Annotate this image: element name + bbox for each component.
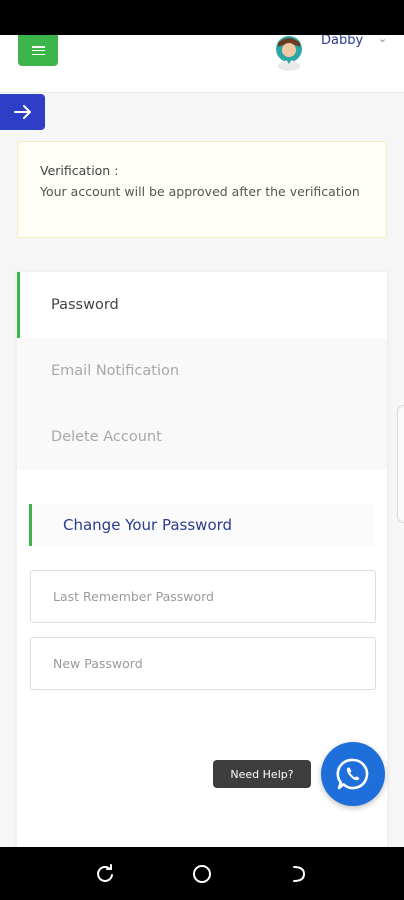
user-avatar-icon <box>276 36 302 71</box>
settings-tab-email-notification[interactable]: Email Notification <box>17 338 387 404</box>
status-bar <box>0 0 404 35</box>
verification-notice: Verification : Your account will be appr… <box>17 141 387 238</box>
verification-title: Verification : <box>40 163 119 178</box>
sidebar-toggle-button[interactable] <box>0 94 45 130</box>
edge-panel-handle[interactable] <box>397 405 404 523</box>
need-help-tooltip[interactable]: Need Help? <box>213 760 311 788</box>
chevron-down-icon[interactable]: ⌄ <box>378 33 387 45</box>
whatsapp-icon <box>336 758 369 790</box>
settings-tab-password[interactable]: Password <box>17 272 387 338</box>
arrow-right-icon <box>13 105 31 119</box>
settings-tab-delete-account[interactable]: Delete Account <box>17 404 387 470</box>
recent-apps-icon[interactable] <box>94 863 116 885</box>
back-icon[interactable] <box>288 863 310 885</box>
home-icon[interactable] <box>191 863 213 885</box>
avatar[interactable] <box>270 35 308 71</box>
username[interactable]: Dabby <box>321 35 363 47</box>
whatsapp-chat-button[interactable] <box>321 742 385 806</box>
verification-message: Your account will be approved after the … <box>40 184 360 199</box>
hamburger-menu-icon <box>31 46 45 55</box>
last-password-input[interactable] <box>30 570 376 623</box>
new-password-input[interactable] <box>30 637 376 690</box>
app-header: Dabby ⌄ <box>0 33 404 93</box>
menu-button[interactable] <box>18 35 58 66</box>
change-password-heading: Change Your Password <box>29 504 375 546</box>
system-navigation-bar <box>0 847 404 900</box>
